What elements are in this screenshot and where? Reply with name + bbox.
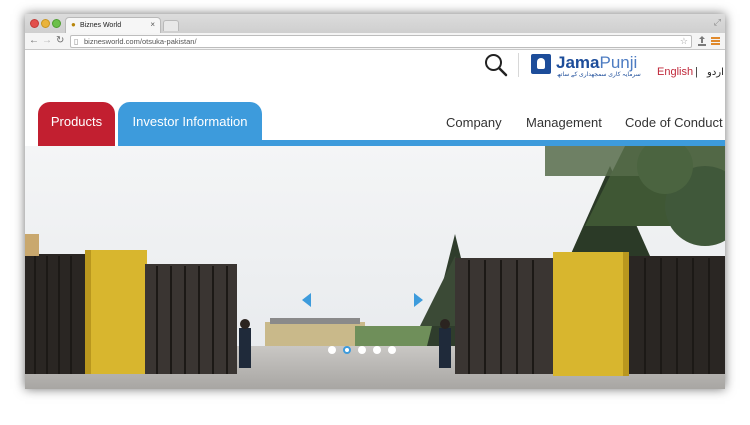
language-english-link[interactable]: English [657,66,693,79]
slider-dot[interactable] [343,346,351,354]
header-divider [518,53,519,77]
language-urdu-link[interactable]: اردو [707,66,724,79]
page-icon: ▯ [74,37,79,46]
browser-window: ● Biznes World × ⤢ ← → ↻ ▯ biznesworld.c… [25,14,725,389]
search-icon[interactable] [483,52,509,78]
tab-investor-information[interactable]: Investor Information [118,102,262,146]
bookmark-star-icon[interactable]: ☆ [680,36,688,47]
minimize-window-button[interactable] [41,19,50,28]
forward-arrow-icon[interactable]: → [42,35,52,47]
browser-tab[interactable]: ● Biznes World × [65,17,161,33]
close-window-button[interactable] [30,19,39,28]
maximize-window-button[interactable] [52,19,61,28]
tab-title: Biznes World [80,22,122,29]
slider-dot[interactable] [328,346,336,354]
nav-code-of-conduct[interactable]: Code of Conduct [625,115,723,131]
logo-mark-icon [531,54,551,74]
language-separator: | [695,66,698,78]
slider-prev-arrow-icon[interactable] [302,293,312,307]
logo-wordmark: JamaPunji [556,53,638,72]
web-page: JamaPunji سرمایہ کاری سمجھداری کے ساتھ E… [25,50,725,389]
browser-menu-icon[interactable] [711,37,720,45]
jamapunji-logo[interactable]: JamaPunji سرمایہ کاری سمجھداری کے ساتھ [531,53,651,80]
address-bar[interactable]: ▯ biznesworld.com/otsuka-pakistan/ ☆ [70,35,692,48]
back-arrow-icon[interactable]: ← [29,35,39,47]
tab-strip: ● Biznes World × ⤢ [25,14,725,33]
slider-dot[interactable] [388,346,396,354]
pin-favicon-icon: ● [71,20,76,29]
slider-dot[interactable] [358,346,366,354]
slider-next-arrow-icon[interactable] [413,293,423,307]
reload-icon[interactable]: ↻ [56,35,64,47]
nav-company[interactable]: Company [446,115,502,131]
tab-close-icon[interactable]: × [150,20,155,30]
tab-products[interactable]: Products [38,102,115,146]
slider-dot[interactable] [373,346,381,354]
extension-icon[interactable] [698,36,706,46]
fullscreen-icon[interactable]: ⤢ [714,17,721,27]
new-tab-button[interactable] [163,20,179,31]
nav-management[interactable]: Management [526,115,602,131]
browser-toolbar: ← → ↻ ▯ biznesworld.com/otsuka-pakistan/… [25,33,725,50]
address-url: biznesworld.com/otsuka-pakistan/ [84,37,197,46]
logo-tagline: سرمایہ کاری سمجھداری کے ساتھ [557,72,641,78]
